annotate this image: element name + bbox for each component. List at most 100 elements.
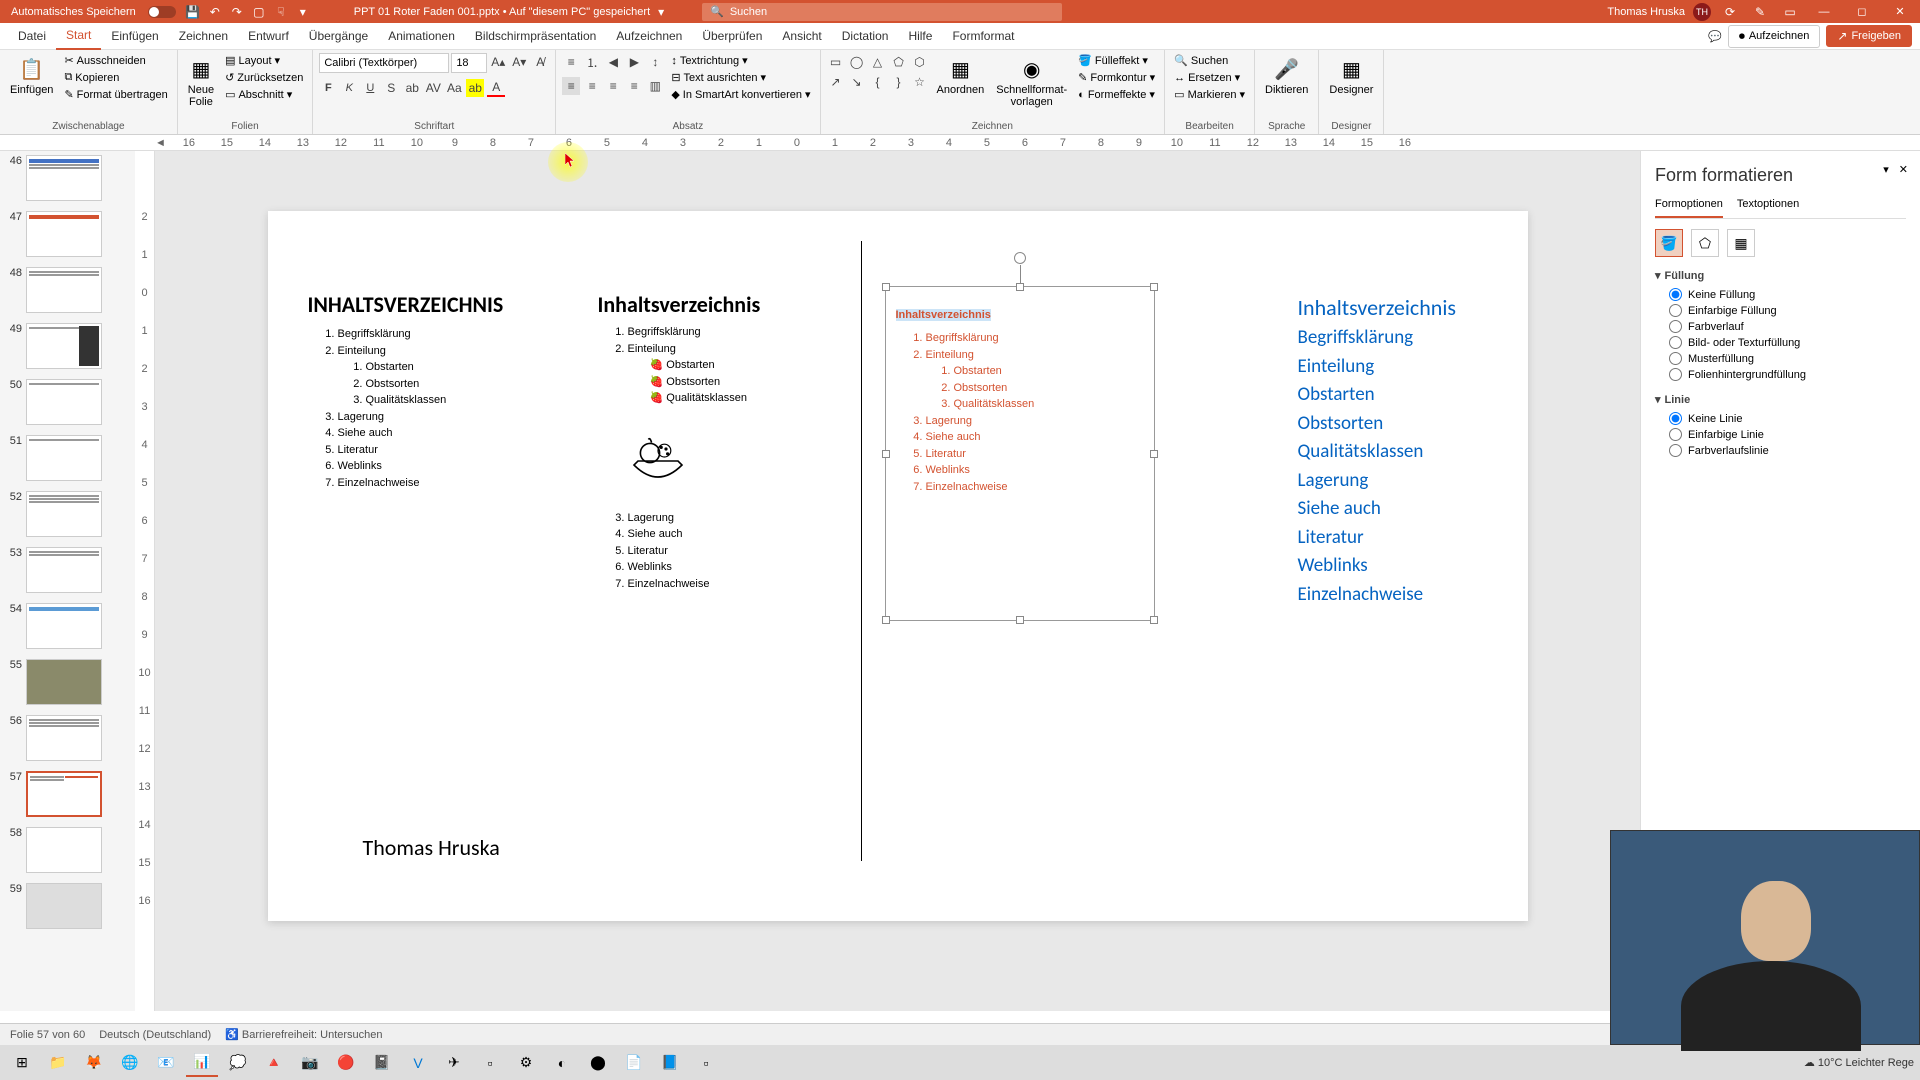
app-icon[interactable]: ▫ — [690, 1049, 722, 1077]
thumbnail[interactable]: 53 — [0, 545, 135, 595]
maximize-icon[interactable]: ◻ — [1847, 3, 1877, 21]
ribbon-opts-icon[interactable]: ▭ — [1781, 3, 1799, 21]
bold-icon[interactable]: F — [319, 79, 337, 97]
smartart-button[interactable]: ◆ In SmartArt konvertieren ▾ — [668, 87, 813, 102]
thumbnail[interactable]: 59 — [0, 881, 135, 931]
slide-counter[interactable]: Folie 57 von 60 — [10, 1029, 85, 1041]
thumbnail[interactable]: 51 — [0, 433, 135, 483]
size-icon[interactable]: ▦ — [1727, 229, 1755, 257]
thumbnail-active[interactable]: 57 — [0, 769, 135, 819]
thumbnail[interactable]: 49 — [0, 321, 135, 371]
indent-icon[interactable]: ▶ — [625, 53, 643, 71]
language-status[interactable]: Deutsch (Deutschland) — [99, 1029, 211, 1041]
textbox-col1[interactable]: INHALTSVERZEICHNIS Begriffsklärung Einte… — [308, 291, 504, 491]
linespace-icon[interactable]: ↕ — [646, 53, 664, 71]
fill-button[interactable]: 🪣 Fülleffekt ▾ — [1075, 53, 1158, 68]
save-icon[interactable]: 💾 — [184, 3, 202, 21]
app-icon[interactable]: ⚙ — [510, 1049, 542, 1077]
reset-button[interactable]: ↺ Zurücksetzen — [222, 70, 306, 85]
italic-icon[interactable]: K — [340, 79, 358, 97]
shrink-font-icon[interactable]: A▾ — [510, 53, 528, 71]
share-button[interactable]: ↗ Freigeben — [1826, 25, 1912, 47]
thumbnail[interactable]: 56 — [0, 713, 135, 763]
textbox-col4[interactable]: Inhaltsverzeichnis Begriffsklärung Einte… — [1298, 291, 1457, 609]
user-name[interactable]: Thomas Hruska — [1607, 6, 1685, 18]
shapes-gallery[interactable]: ▭◯△⬠⬡ ↗↘{}☆ — [827, 53, 929, 91]
tab-aufzeichnen[interactable]: Aufzeichnen — [606, 23, 692, 50]
app-icon[interactable]: 💭 — [222, 1049, 254, 1077]
replace-button[interactable]: ↔ Ersetzen ▾ — [1171, 70, 1248, 85]
align-left-icon[interactable]: ≡ — [562, 77, 580, 95]
record-button[interactable]: ⏺ Aufzeichnen — [1728, 25, 1821, 48]
app-icon[interactable]: 📷 — [294, 1049, 326, 1077]
align-text-button[interactable]: ⊟ Text ausrichten ▾ — [668, 70, 813, 85]
columns-icon[interactable]: ▥ — [646, 77, 664, 95]
app-icon[interactable]: ◐ — [546, 1049, 578, 1077]
app-icon[interactable]: ▫ — [474, 1049, 506, 1077]
numbering-icon[interactable]: ⒈ — [583, 53, 601, 71]
explorer-icon[interactable]: 📁 — [42, 1049, 74, 1077]
thumbnail[interactable]: 52 — [0, 489, 135, 539]
pen-icon[interactable]: ✎ — [1751, 3, 1769, 21]
redo-icon[interactable]: ↷ — [228, 3, 246, 21]
accessibility-status[interactable]: ♿ Barrierefreiheit: Untersuchen — [225, 1028, 382, 1041]
powerpoint-icon[interactable]: 📊 — [186, 1049, 218, 1077]
bullets-icon[interactable]: ≡ — [562, 53, 580, 71]
app-icon[interactable]: 🔴 — [330, 1049, 362, 1077]
outlook-icon[interactable]: 📧 — [150, 1049, 182, 1077]
fromstart-icon[interactable]: ▢ — [250, 3, 268, 21]
dictate-button[interactable]: 🎤Diktieren — [1261, 53, 1312, 100]
outline-button[interactable]: ✎ Formkontur ▾ — [1075, 70, 1158, 85]
layout-button[interactable]: ▤ Layout ▾ — [222, 53, 306, 68]
tab-animationen[interactable]: Animationen — [378, 23, 465, 50]
copy-button[interactable]: ⧉ Kopieren — [61, 70, 170, 85]
paste-button[interactable]: 📋Einfügen — [6, 53, 57, 100]
app-icon[interactable]: 📄 — [618, 1049, 650, 1077]
underline-icon[interactable]: U — [361, 79, 379, 97]
font-combo[interactable]: Calibri (Textkörper) — [319, 53, 449, 73]
tab-ueberpruefen[interactable]: Überprüfen — [692, 23, 772, 50]
telegram-icon[interactable]: ✈ — [438, 1049, 470, 1077]
start-button[interactable]: ⊞ — [6, 1049, 38, 1077]
avatar[interactable]: TH — [1693, 3, 1711, 21]
app-icon[interactable]: ⬤ — [582, 1049, 614, 1077]
text-direction-button[interactable]: ↕ Textrichtung ▾ — [668, 53, 813, 68]
comments-icon[interactable]: 💬 — [1708, 30, 1722, 43]
fill-line-icon[interactable]: 🪣 — [1655, 229, 1683, 257]
highlight-icon[interactable]: ab — [466, 79, 484, 97]
outdent-icon[interactable]: ◀ — [604, 53, 622, 71]
find-button[interactable]: 🔍 Suchen — [1171, 53, 1248, 68]
close-icon[interactable]: ✕ — [1885, 3, 1915, 21]
justify-icon[interactable]: ≡ — [625, 77, 643, 95]
slide-canvas[interactable]: INHALTSVERZEICHNIS Begriffsklärung Einte… — [155, 151, 1640, 1011]
pane-menu-icon[interactable]: ▾ — [1883, 163, 1889, 176]
align-center-icon[interactable]: ≡ — [583, 77, 601, 95]
pane-close-icon[interactable]: ✕ — [1899, 163, 1908, 176]
select-button[interactable]: ▭ Markieren ▾ — [1171, 87, 1248, 102]
onenote-icon[interactable]: 📓 — [366, 1049, 398, 1077]
minimize-icon[interactable]: — — [1809, 3, 1839, 21]
effects-button[interactable]: ◐ Formeffekte ▾ — [1075, 87, 1158, 102]
firefox-icon[interactable]: 🦊 — [78, 1049, 110, 1077]
tab-hilfe[interactable]: Hilfe — [898, 23, 942, 50]
format-painter-button[interactable]: ✎ Format übertragen — [61, 87, 170, 102]
selected-textbox[interactable]: Inhaltsverzeichnis Begriffsklärung Einte… — [885, 286, 1155, 621]
tab-uebergaenge[interactable]: Übergänge — [299, 23, 378, 50]
pane-tab-shape[interactable]: Formoptionen — [1655, 198, 1723, 218]
customize-icon[interactable]: ▾ — [294, 3, 312, 21]
thumbnail[interactable]: 48 — [0, 265, 135, 315]
autosave-toggle[interactable] — [148, 6, 176, 18]
tab-ansicht[interactable]: Ansicht — [772, 23, 831, 50]
thumbnail[interactable]: 54 — [0, 601, 135, 651]
designer-button[interactable]: ▦Designer — [1325, 53, 1377, 100]
touch-icon[interactable]: ☟ — [272, 3, 290, 21]
textbox-col2[interactable]: Inhaltsverzeichnis Begriffsklärung Einte… — [598, 291, 761, 592]
word-icon[interactable]: 📘 — [654, 1049, 686, 1077]
thumbnail[interactable]: 50 — [0, 377, 135, 427]
case-icon[interactable]: Aa — [445, 79, 463, 97]
shadow-icon[interactable]: S — [382, 79, 400, 97]
vlc-icon[interactable]: 🔺 — [258, 1049, 290, 1077]
weather-widget[interactable]: ☁ 10°C Leichter Rege — [1804, 1056, 1914, 1069]
undo-icon[interactable]: ↶ — [206, 3, 224, 21]
section-button[interactable]: ▭ Abschnitt ▾ — [222, 87, 306, 102]
